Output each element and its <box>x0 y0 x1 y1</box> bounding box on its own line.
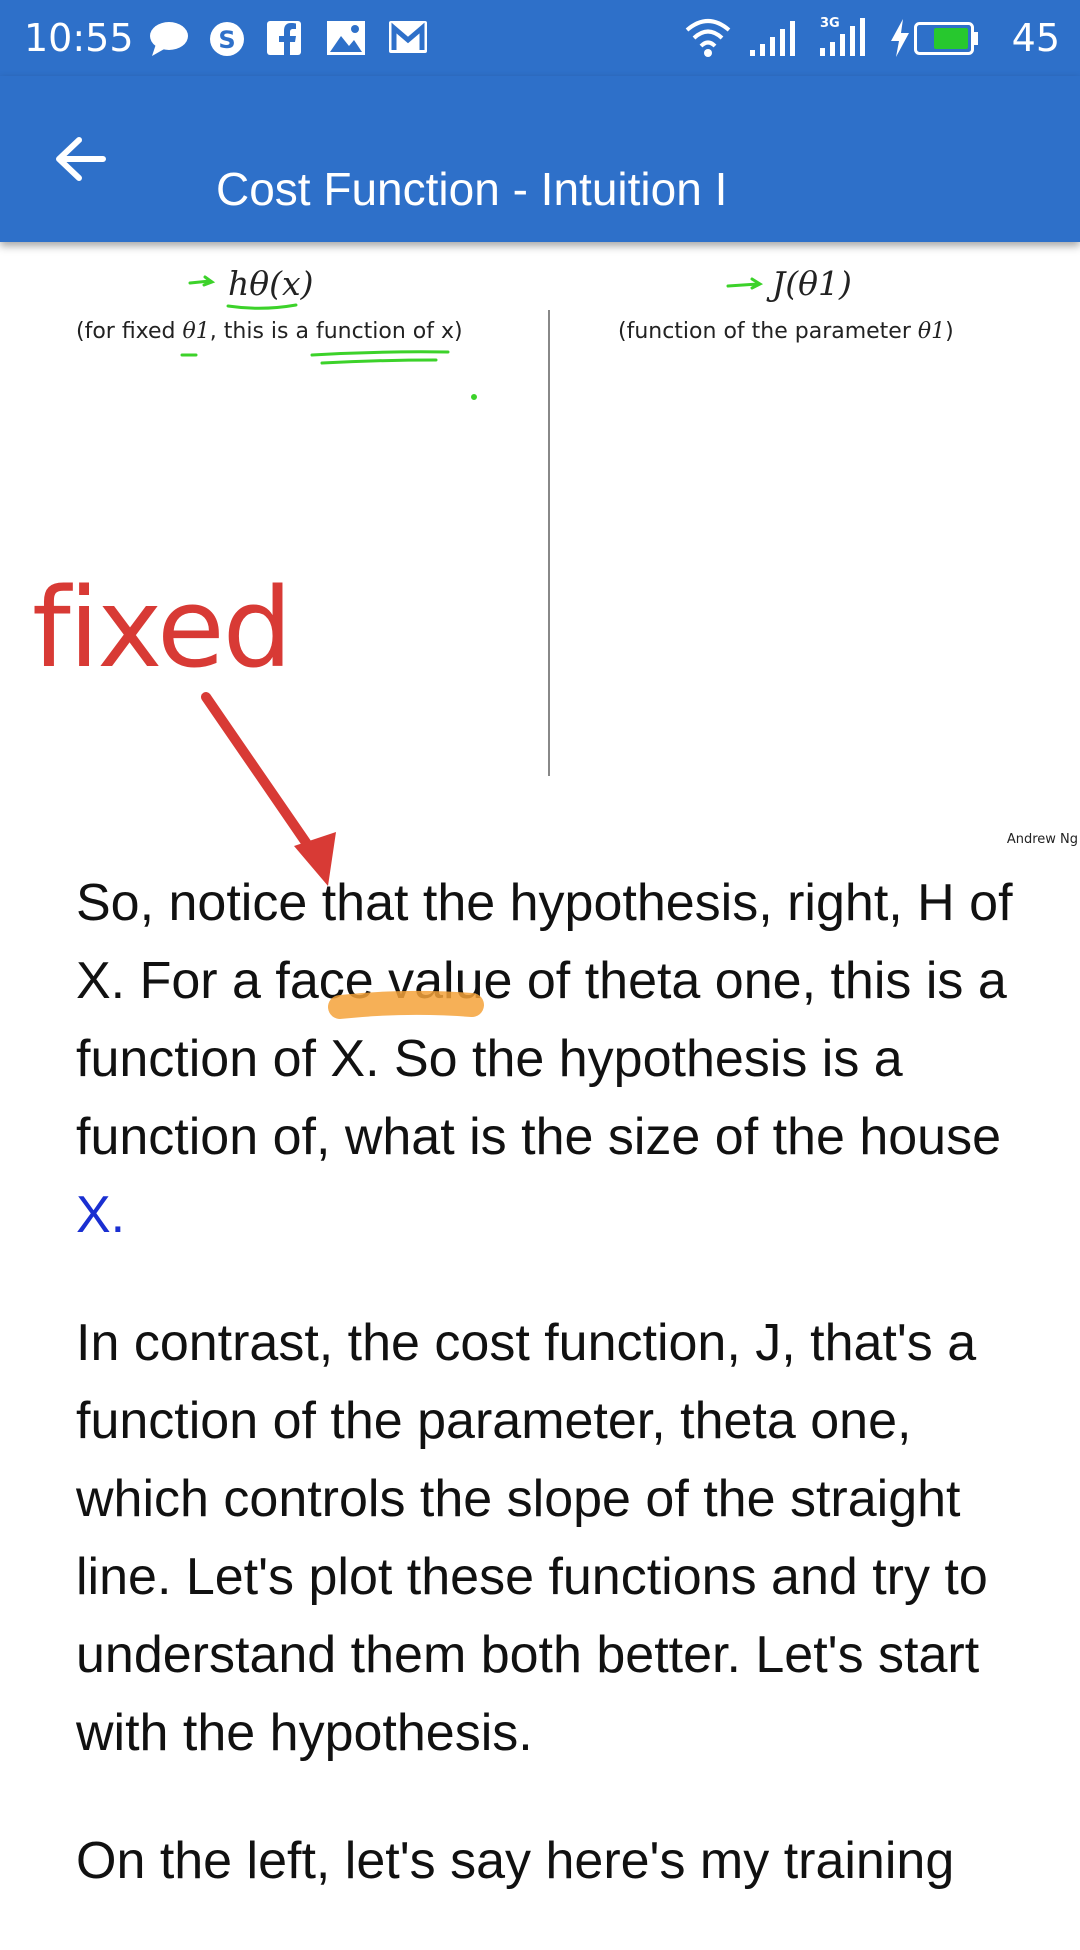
transcript-highlighted-word[interactable]: X. <box>76 1186 125 1244</box>
hypothesis-caption-suffix: , this is a function of x) <box>209 319 463 344</box>
transcript-paragraph-3: On the left, let's say here's my trainin… <box>76 1832 955 1890</box>
gmail-icon <box>388 20 428 59</box>
network-type-label: 3G <box>820 16 840 31</box>
status-time: 10:55 <box>24 16 134 60</box>
battery-level: 45 <box>1011 16 1060 60</box>
cost-function-caption-theta: θ1 <box>917 319 946 344</box>
signal-icon <box>748 20 802 63</box>
cost-function-heading: J(θ1) <box>772 264 852 303</box>
transcript-paragraph-2: In contrast, the cost function, J, that'… <box>76 1314 988 1762</box>
slide-divider <box>548 310 550 776</box>
system-icons: 3G 45 <box>660 0 1080 76</box>
hypothesis-caption: (for fixed θ1, this is a function of x) <box>76 319 463 344</box>
transcript-paragraph-1: So, notice that the hypothesis, right, H… <box>76 864 1036 1254</box>
gallery-icon <box>326 20 366 61</box>
battery-icon <box>914 22 980 61</box>
page-title: Cost Function - Intuition I <box>216 162 728 215</box>
annotation-fixed: fixed <box>32 564 293 692</box>
hypothesis-heading: hθ(x) <box>228 264 314 303</box>
hypothesis-caption-prefix: (for fixed <box>76 319 183 344</box>
lecture-slide: hθ(x) (for fixed θ1, this is a function … <box>0 242 1080 862</box>
chat-bubble-icon <box>148 20 190 63</box>
status-bar: 10:55 S 3G 45 <box>0 0 1080 76</box>
charging-icon <box>888 18 912 63</box>
transcript-paragraph-1-text: So, notice that the hypothesis, right, H… <box>76 874 1013 1166</box>
cost-function-caption-suffix: ) <box>945 319 954 344</box>
slide-credit: Andrew Ng <box>1006 832 1078 847</box>
cost-function-caption-prefix: (function of the parameter <box>618 319 918 344</box>
arrow-left-icon <box>56 137 106 181</box>
back-button[interactable] <box>40 119 120 199</box>
cost-function-caption: (function of the parameter θ1) <box>618 319 954 344</box>
signal-3g-icon: 3G <box>818 14 880 63</box>
svg-text:S: S <box>218 26 235 54</box>
app-bar: Cost Function - Intuition I <box>0 76 1080 242</box>
hypothesis-caption-theta: θ1 <box>182 319 210 344</box>
transcript: So, notice that the hypothesis, right, H… <box>76 864 1036 1950</box>
wifi-icon <box>684 16 732 63</box>
facebook-icon <box>266 20 302 61</box>
skype-icon: S <box>208 20 246 63</box>
